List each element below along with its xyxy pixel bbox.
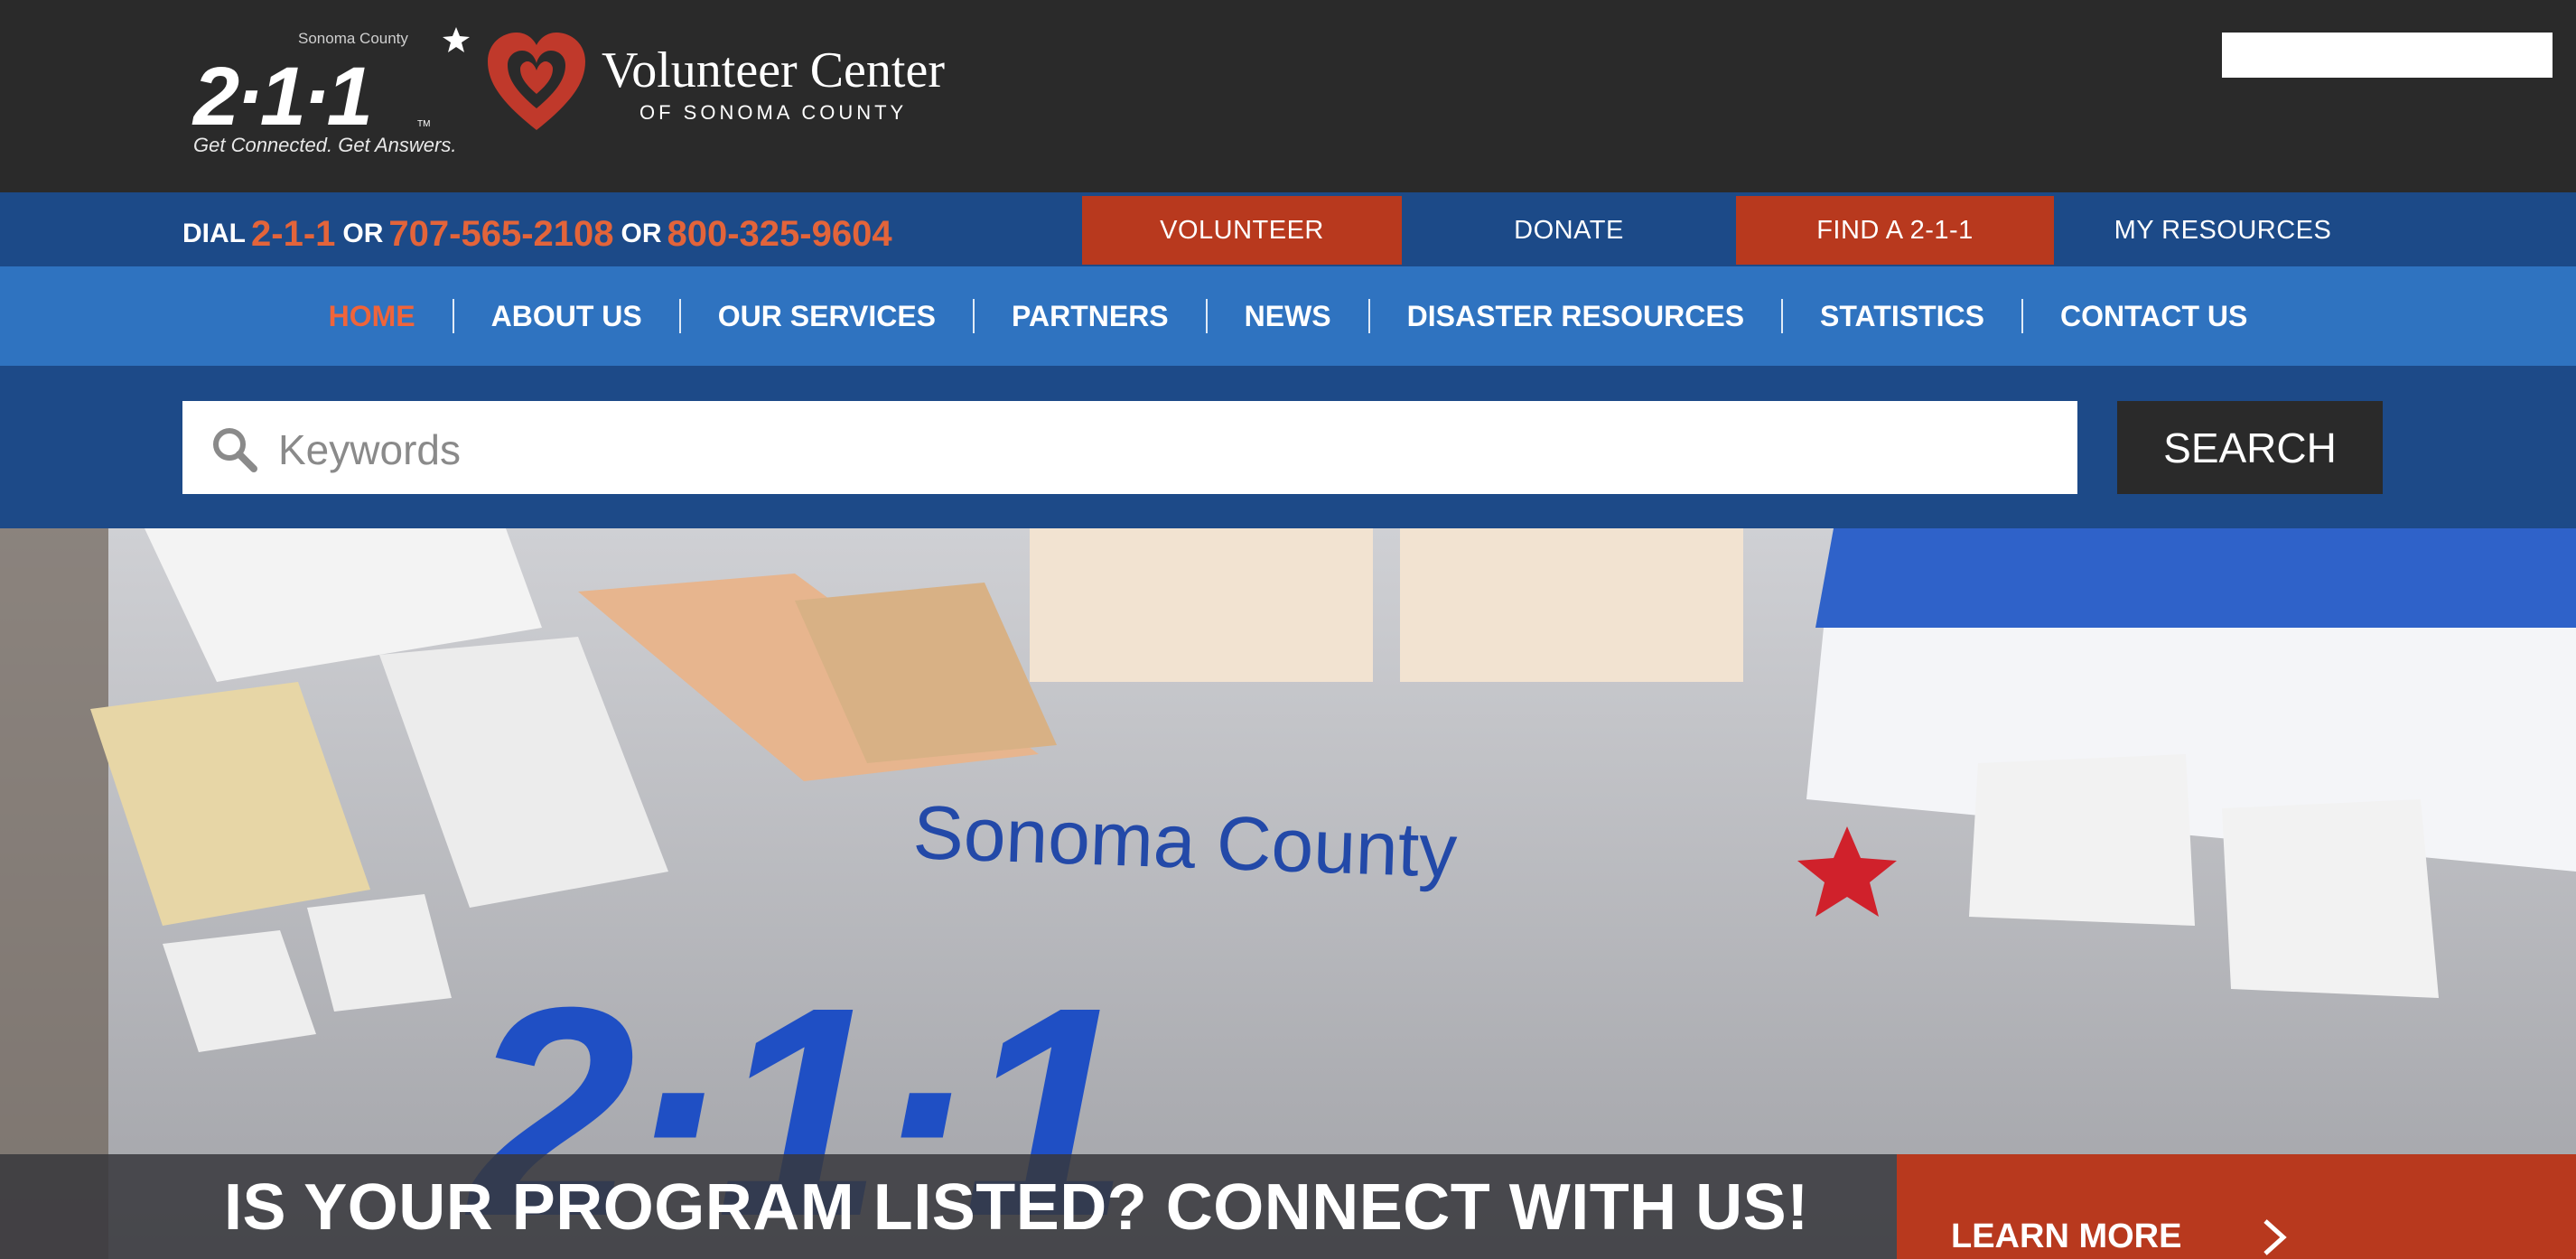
donate-button[interactable]: DONATE <box>1402 196 1736 265</box>
header-search-input[interactable] <box>2222 33 2553 78</box>
nav-contact-us[interactable]: CONTACT US <box>2023 300 2284 333</box>
nav-divider <box>1781 299 1784 333</box>
phone-number-211[interactable]: 2-1-1 <box>251 214 335 255</box>
nav-partners[interactable]: PARTNERS <box>975 300 1206 333</box>
volunteer-center-logo[interactable]: Volunteer Center OF SONOMA COUNTY <box>484 31 1026 139</box>
phone-number-800[interactable]: 800-325-9604 <box>667 214 892 255</box>
or-label: OR <box>621 219 662 248</box>
nav-disaster-resources[interactable]: DISASTER RESOURCES <box>1370 300 1781 333</box>
nav-home[interactable]: HOME <box>292 300 453 333</box>
logo-211-mark: 2·1·1 <box>191 51 369 143</box>
nav-divider <box>1367 299 1370 333</box>
nav-news[interactable]: NEWS <box>1208 300 1368 333</box>
nav-divider <box>2021 299 2023 333</box>
find-211-button[interactable]: FIND A 2-1-1 <box>1736 196 2054 265</box>
nav-divider <box>452 299 454 333</box>
volunteer-center-sub: OF SONOMA COUNTY <box>639 101 907 124</box>
nav-about-us[interactable]: ABOUT US <box>454 300 679 333</box>
dial-numbers: DIAL 2-1-1 OR 707-565-2108 OR 800-325-96… <box>182 201 900 267</box>
nav-our-services[interactable]: OUR SERVICES <box>681 300 973 333</box>
hero-banner-text: IS YOUR PROGRAM LISTED? CONNECT WITH US! <box>224 1171 1809 1244</box>
star-icon <box>443 27 470 52</box>
my-resources-button[interactable]: MY RESOURCES <box>2054 196 2392 265</box>
search-icon <box>213 428 257 472</box>
nav-divider <box>1205 299 1208 333</box>
logo-county-text: Sonoma County <box>298 30 408 47</box>
hero-image: Sonoma County 2·1·1 <box>0 528 2576 1259</box>
volunteer-button[interactable]: VOLUNTEER <box>1082 196 1402 265</box>
nav-statistics[interactable]: STATISTICS <box>1783 300 2021 333</box>
heart-icon <box>488 33 585 130</box>
main-nav-list: HOME ABOUT US OUR SERVICES PARTNERS NEWS… <box>0 266 2576 366</box>
or-label: OR <box>342 219 384 248</box>
hero-photo-illustration: Sonoma County 2·1·1 <box>0 528 2576 1259</box>
logo-tm: TM <box>417 119 430 129</box>
nav-divider <box>678 299 681 333</box>
dial-prefix: DIAL <box>182 219 246 248</box>
nav-divider <box>973 299 975 333</box>
volunteer-center-name: Volunteer Center <box>602 42 945 98</box>
search-button[interactable]: SEARCH <box>2117 401 2383 494</box>
keywords-search-input[interactable] <box>276 408 2059 491</box>
logo-tagline: Get Connected. Get Answers. <box>193 134 456 156</box>
chevron-right-icon[interactable] <box>2258 1216 2291 1259</box>
phone-number-707[interactable]: 707-565-2108 <box>388 214 613 255</box>
learn-more-label[interactable]: LEARN MORE <box>1951 1217 2181 1256</box>
logo-211[interactable]: Sonoma County 2·1·1 TM Get Connected. Ge… <box>190 25 470 161</box>
